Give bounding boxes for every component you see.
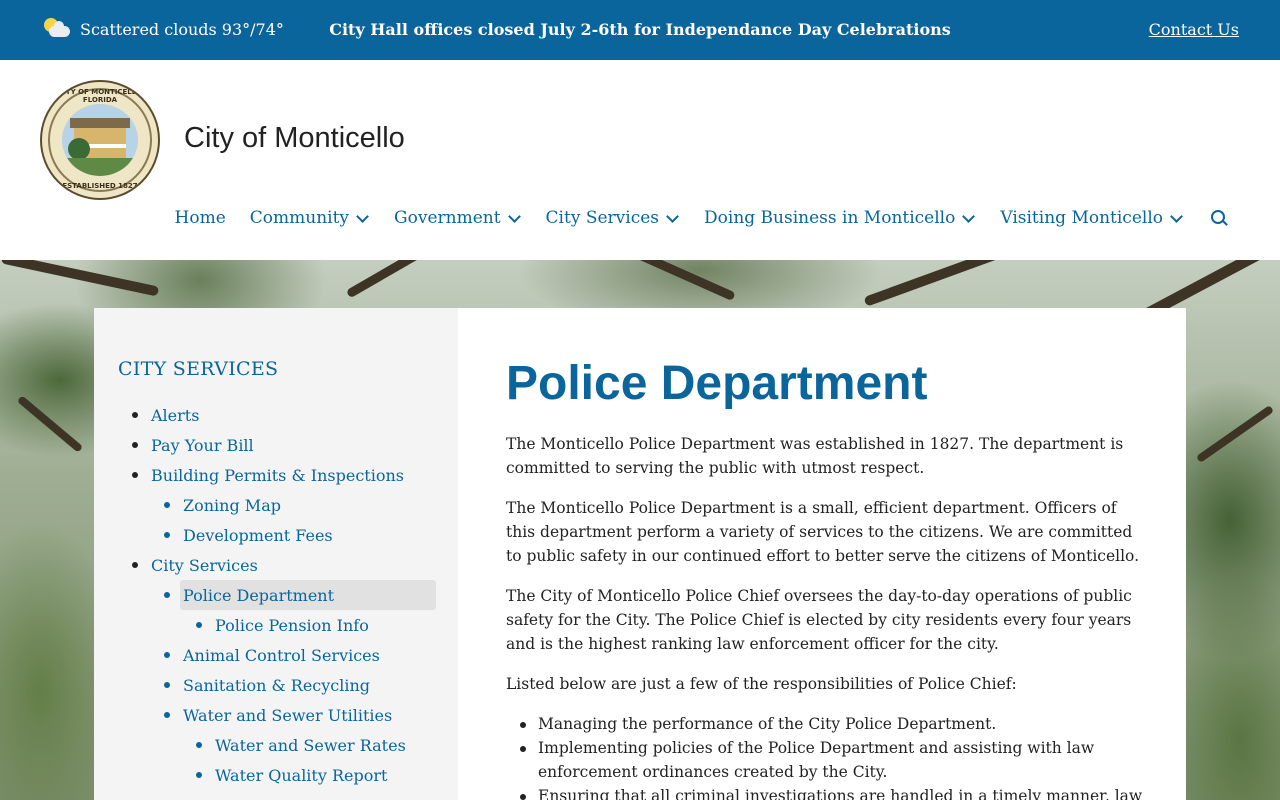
chevron-down-icon [1169,213,1184,223]
paragraph: Listed below are just a few of the respo… [506,675,1017,693]
chevron-down-icon [355,213,370,223]
weather-text: Scattered clouds 93°/74° [80,19,284,39]
chevron-down-icon [507,213,522,223]
list-item: Managing the performance of the City Pol… [506,712,1146,736]
sidebar-item-sanitation-recycling[interactable]: Sanitation & Recycling [94,670,458,700]
seal-bottom-text: ESTABLISHED 1827 [62,182,138,190]
sidebar-item-police-pension-info[interactable]: Police Pension Info [94,610,458,640]
alert-text[interactable]: City Hall offices closed July 2-6th for … [329,20,951,39]
site-title[interactable]: City of Monticello [184,122,405,155]
article-body: The Monticello Police Department was est… [506,432,1146,800]
sidebar-item-police-department[interactable]: Police Department [94,580,458,610]
sidebar-item-development-fees[interactable]: Development Fees [94,520,458,550]
main-content: Police Department The Monticello Police … [458,308,1186,800]
paragraph: The Monticello Police Department was est… [506,435,1124,477]
sidebar-item-animal-control[interactable]: Animal Control Services [94,640,458,670]
list-item: Implementing policies of the Police Depa… [506,736,1146,784]
weather-widget: Scattered clouds 93°/74° [44,18,284,40]
top-bar: Scattered clouds 93°/74° City Hall offic… [0,0,1280,60]
partly-cloudy-icon [44,18,70,40]
sidebar-item-building-permits[interactable]: Building Permits & Inspections [94,460,458,490]
seal-top-text: CITY OF MONTICELLO FLORIDA [58,88,142,104]
sidebar-item-water-sewer-utilities[interactable]: Water and Sewer Utilities [94,700,458,730]
nav-visiting[interactable]: Visiting Monticello [1000,208,1184,228]
list-item: Ensuring that all criminal investigation… [506,784,1146,800]
page-title: Police Department [506,357,928,410]
nav-doing-business[interactable]: Doing Business in Monticello [704,208,976,228]
chevron-down-icon [961,213,976,223]
chevron-down-icon [665,213,680,223]
sidebar-item-zoning-map[interactable]: Zoning Map [94,490,458,520]
sidebar-item-pay-your-bill[interactable]: Pay Your Bill [94,430,458,460]
responsibilities-list: Managing the performance of the City Pol… [506,712,1146,800]
sidebar-list: Alerts Pay Your Bill Building Permits & … [94,400,458,790]
main-nav: Home Community Government City Services … [151,208,1228,228]
sidebar-item-city-services[interactable]: City Services [94,550,458,580]
nav-city-services[interactable]: City Services [546,208,680,228]
sidebar-item-alerts[interactable]: Alerts [94,400,458,430]
search-icon[interactable] [1210,209,1228,227]
site-header: CITY OF MONTICELLO FLORIDA ESTABLISHED 1… [0,60,1280,260]
paragraph: The City of Monticello Police Chief over… [506,587,1132,653]
sidebar-title: CITY SERVICES [118,358,279,380]
sidebar-item-water-quality-report[interactable]: Water Quality Report [94,760,458,790]
nav-government[interactable]: Government [394,208,522,228]
city-seal-logo[interactable]: CITY OF MONTICELLO FLORIDA ESTABLISHED 1… [40,80,160,200]
sidebar: CITY SERVICES Alerts Pay Your Bill Build… [94,308,458,800]
nav-home[interactable]: Home [175,208,226,228]
contact-us-link[interactable]: Contact Us [1149,20,1239,39]
paragraph: The Monticello Police Department is a sm… [506,499,1140,565]
sidebar-item-water-sewer-rates[interactable]: Water and Sewer Rates [94,730,458,760]
nav-community[interactable]: Community [250,208,370,228]
